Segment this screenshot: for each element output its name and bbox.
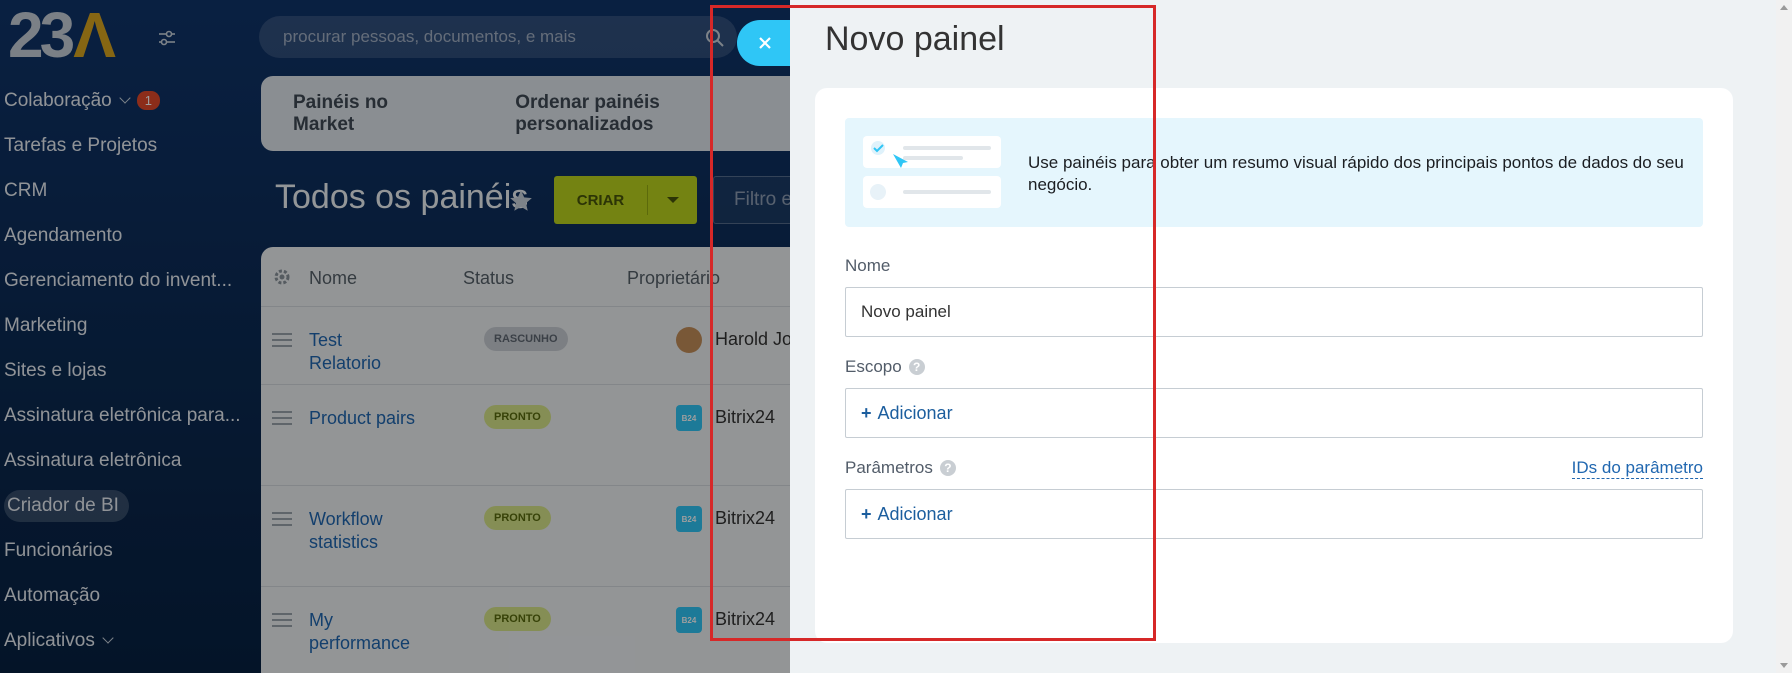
scroll-up-icon[interactable] xyxy=(1780,5,1788,10)
parameter-ids-link[interactable]: IDs do parâmetro xyxy=(1571,458,1703,479)
modal-overlay[interactable] xyxy=(0,0,790,673)
scrollbar[interactable] xyxy=(1776,0,1792,673)
scroll-down-icon[interactable] xyxy=(1780,663,1788,668)
highlight-rectangle xyxy=(710,5,1156,641)
